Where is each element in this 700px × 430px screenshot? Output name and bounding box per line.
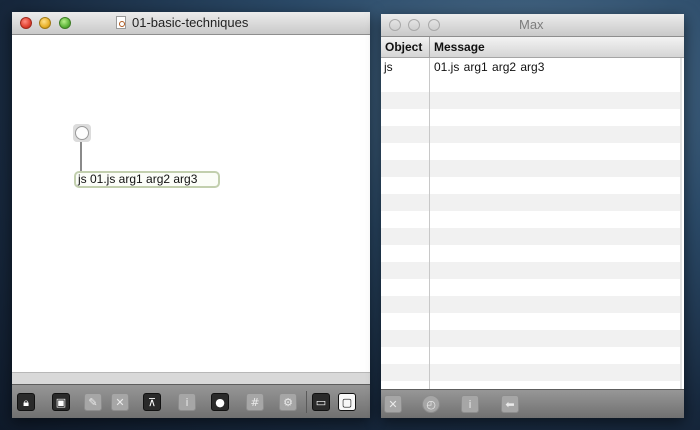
grid-icon[interactable]: # [246, 393, 264, 411]
empty-row [381, 347, 682, 364]
close-window-icon[interactable] [20, 17, 32, 29]
dock-white-icon[interactable]: ▢ [338, 393, 356, 411]
window-title: Max [519, 17, 544, 32]
clock-icon[interactable]: ◴ [422, 395, 440, 413]
info-icon[interactable]: i [178, 393, 196, 411]
js-object-box[interactable]: js 01.js arg1 arg2 arg3 [74, 171, 220, 188]
empty-row [381, 194, 682, 211]
empty-row [381, 109, 682, 126]
window-title: 01-basic-techniques [132, 15, 249, 30]
empty-row [381, 126, 682, 143]
clear-icon[interactable]: ✕ [384, 395, 402, 413]
js-object-text: js 01.js arg1 arg2 arg3 [78, 172, 198, 186]
lock-icon[interactable]: 🔒︎ [17, 393, 35, 411]
max-console-window: Max Object Message js 01.js arg1 arg2 ar… [381, 14, 684, 418]
gear-icon[interactable]: ⚙ [279, 393, 297, 411]
empty-row [381, 245, 682, 262]
empty-row [381, 296, 682, 313]
dock-bottom-icon[interactable]: ▭ [312, 393, 330, 411]
patcher-toolbar: 🔒︎ ▣ ✎ ✕ ⊼ i ● # ⚙ ▭ ▢ [12, 384, 370, 418]
empty-row [381, 75, 682, 92]
column-header-message[interactable]: Message [434, 40, 485, 54]
list-item[interactable]: js 01.js arg1 arg2 arg3 [381, 58, 682, 75]
console-column-headers: Object Message [381, 37, 684, 58]
toolbar-separator [306, 391, 307, 413]
document-icon [116, 16, 126, 29]
patcher-titlebar[interactable]: 01-basic-techniques [12, 12, 370, 35]
back-arrow-icon[interactable]: ⬅ [501, 395, 519, 413]
empty-row [381, 330, 682, 347]
scrollbar-track[interactable] [680, 58, 682, 390]
empty-row [381, 313, 682, 330]
column-divider-line [429, 58, 430, 390]
empty-row [381, 92, 682, 109]
console-toolbar: ✕ ◴ i ⬅ [381, 389, 684, 418]
row-object: js [384, 60, 393, 74]
empty-row [381, 262, 682, 279]
column-header-object[interactable]: Object [385, 40, 422, 54]
empty-row [381, 228, 682, 245]
empty-row [381, 364, 682, 381]
presentation-icon[interactable]: ▣ [52, 393, 70, 411]
empty-row [381, 279, 682, 296]
console-titlebar[interactable]: Max [381, 14, 684, 37]
row-message: 01.js arg1 arg2 arg3 [434, 60, 545, 74]
minimize-window-icon[interactable] [39, 17, 51, 29]
console-list[interactable]: js 01.js arg1 arg2 arg3 [381, 58, 682, 390]
empty-row [381, 143, 682, 160]
empty-row [381, 160, 682, 177]
patcher-window: 01-basic-techniques js 01.js arg1 arg2 a… [12, 12, 370, 418]
zoom-window-icon[interactable] [59, 17, 71, 29]
close-window-icon[interactable] [389, 19, 401, 31]
zoom-window-icon[interactable] [428, 19, 440, 31]
column-divider[interactable] [429, 37, 430, 57]
empty-row [381, 177, 682, 194]
info-icon[interactable]: i [461, 395, 479, 413]
close-box-icon[interactable]: ✕ [111, 393, 129, 411]
paint-icon[interactable]: ✎ [84, 393, 102, 411]
connect-icon[interactable]: ● [211, 393, 229, 411]
easel-icon[interactable]: ⊼ [143, 393, 161, 411]
empty-row [381, 211, 682, 228]
bang-button[interactable] [73, 124, 91, 142]
patcher-canvas[interactable]: js 01.js arg1 arg2 arg3 [12, 35, 370, 371]
minimize-window-icon[interactable] [408, 19, 420, 31]
